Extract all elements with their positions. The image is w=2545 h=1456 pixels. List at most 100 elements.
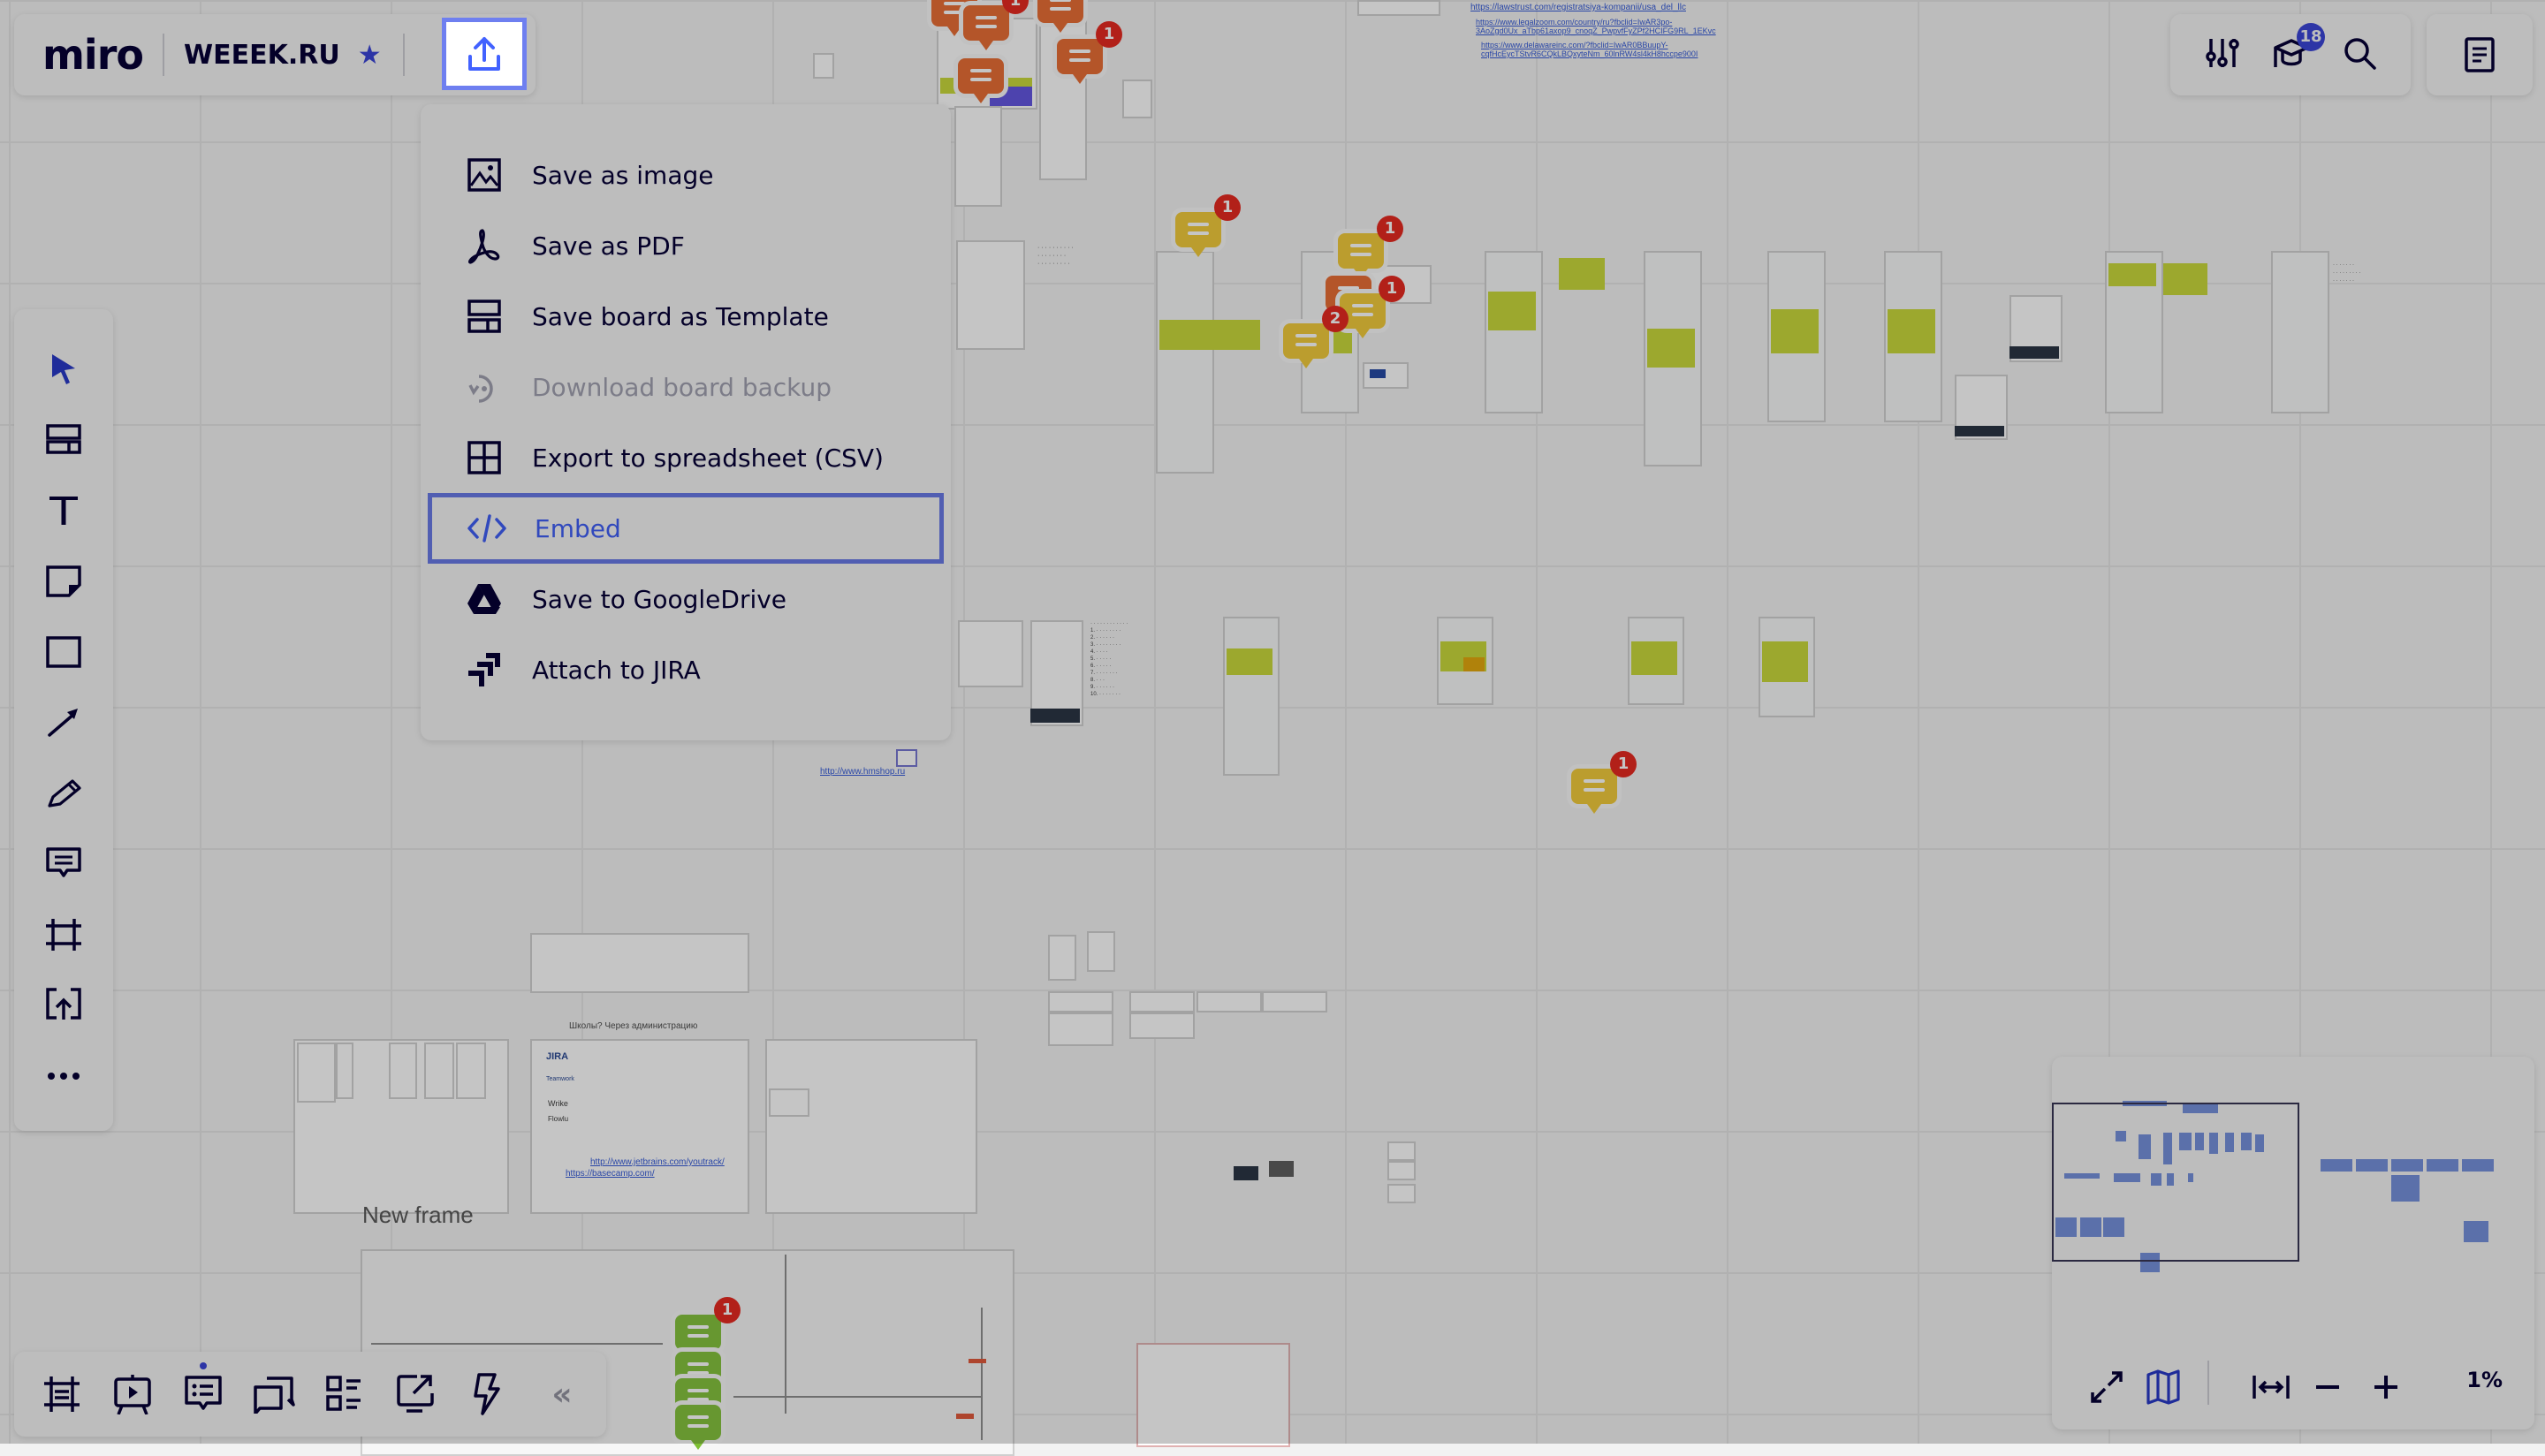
board-card[interactable] — [297, 1043, 336, 1103]
fullscreen-button[interactable] — [2084, 1364, 2130, 1410]
cards-button[interactable] — [320, 1369, 369, 1419]
board-card[interactable] — [1122, 80, 1152, 118]
board-sticky[interactable] — [2108, 263, 2156, 286]
menu-item-save-image[interactable]: Save as image — [421, 141, 951, 209]
comments-button[interactable] — [179, 1362, 228, 1419]
zoom-in-button[interactable] — [2363, 1364, 2409, 1410]
frames-button[interactable] — [37, 1369, 87, 1419]
board-card[interactable] — [389, 1043, 417, 1099]
presentation-button[interactable] — [108, 1369, 157, 1419]
board-frame[interactable] — [1136, 1343, 1290, 1447]
board-card[interactable] — [956, 240, 1025, 350]
menu-item-export-csv[interactable]: Export to spreadsheet (CSV) — [421, 424, 951, 491]
menu-item-save-pdf[interactable]: Save as PDF — [421, 212, 951, 279]
board-card[interactable] — [1387, 1141, 1416, 1161]
board-card[interactable] — [1387, 1184, 1416, 1203]
miro-logo[interactable]: miro — [42, 31, 144, 79]
board-card[interactable] — [954, 106, 1002, 207]
export-button[interactable] — [442, 18, 527, 90]
settings-icon[interactable] — [2204, 35, 2241, 74]
comment-marker[interactable]: 1 — [675, 1297, 741, 1360]
board-column[interactable] — [1156, 251, 1214, 474]
board-card[interactable] — [1197, 991, 1262, 1012]
board-card[interactable] — [1048, 935, 1076, 981]
comment-marker[interactable]: 1 — [1175, 194, 1241, 257]
comment-marker[interactable] — [675, 1405, 721, 1450]
search-icon[interactable] — [2342, 35, 2377, 74]
tool-frame[interactable] — [39, 910, 88, 959]
tool-upload[interactable] — [39, 981, 88, 1030]
menu-item-attach-jira[interactable]: Attach to JIRA — [421, 636, 951, 703]
board-card[interactable] — [813, 53, 834, 79]
board-link[interactable]: http://www.jetbrains.com/youtrack/ — [590, 1157, 725, 1167]
board-card[interactable] — [456, 1043, 486, 1099]
minimap[interactable] — [2052, 1057, 2534, 1341]
board-frame[interactable] — [765, 1039, 977, 1214]
board-column[interactable] — [1223, 617, 1280, 776]
star-icon[interactable]: ★ — [358, 40, 382, 71]
minimap-viewport[interactable] — [2052, 1103, 2299, 1262]
chat-button[interactable] — [249, 1369, 299, 1419]
board-card[interactable] — [424, 1043, 454, 1099]
integrations-button[interactable] — [461, 1369, 511, 1419]
tool-shape[interactable] — [39, 627, 88, 677]
tool-comment[interactable] — [39, 839, 88, 889]
board-sticky[interactable] — [1237, 320, 1260, 350]
menu-item-save-template[interactable]: Save board as Template — [421, 283, 951, 350]
comment-marker[interactable]: 1 — [1571, 751, 1637, 814]
board-card[interactable] — [896, 749, 917, 767]
menu-item-google-drive[interactable]: Save to GoogleDrive — [421, 565, 951, 633]
board-sticky[interactable] — [1888, 309, 1935, 353]
board-card[interactable] — [1048, 991, 1113, 1012]
board-column[interactable] — [1485, 251, 1543, 413]
comment-marker[interactable] — [958, 58, 1004, 103]
board-sticky[interactable] — [1647, 329, 1695, 368]
board-sticky[interactable] — [1559, 258, 1605, 290]
comment-marker[interactable]: 1 — [1338, 216, 1403, 278]
board-card[interactable] — [1387, 1161, 1416, 1180]
board-card[interactable] — [958, 620, 1023, 687]
comment-marker[interactable]: 1 — [1057, 21, 1122, 84]
tool-more[interactable] — [39, 1051, 88, 1101]
board-frame[interactable] — [530, 1039, 749, 1214]
tool-pen[interactable] — [39, 769, 88, 818]
board-sticky[interactable] — [1631, 641, 1677, 675]
board-column[interactable] — [2271, 251, 2329, 413]
tool-text[interactable] — [39, 486, 88, 535]
zoom-out-button[interactable] — [2305, 1364, 2351, 1410]
tool-sticky-note[interactable] — [39, 557, 88, 606]
board-title[interactable]: WEEEK.RU — [184, 40, 340, 71]
board-link[interactable]: https://basecamp.com/ — [566, 1169, 655, 1179]
tool-arrow[interactable] — [39, 698, 88, 747]
zoom-level[interactable]: 1% — [2466, 1368, 2503, 1392]
comment-marker[interactable]: 2 — [1283, 306, 1348, 368]
board-sticky[interactable] — [1762, 641, 1808, 682]
board-card[interactable] — [1129, 1012, 1195, 1039]
board-sticky[interactable] — [1488, 292, 1536, 330]
minimap-toggle-button[interactable] — [2140, 1364, 2186, 1410]
board-sticky[interactable] — [1227, 648, 1272, 675]
menu-item-embed[interactable]: Embed — [428, 493, 944, 564]
board-link[interactable]: https://www.legalzoom.com/country/ru?fbc… — [1476, 18, 1716, 35]
tool-select[interactable] — [39, 345, 88, 394]
board-frame[interactable] — [530, 933, 749, 993]
education-button[interactable]: 18 — [2272, 23, 2325, 74]
board-sticky[interactable] — [1771, 309, 1819, 353]
board-link[interactable]: http://www.hmshop.ru — [820, 767, 905, 777]
comment-marker[interactable] — [1037, 0, 1083, 33]
board-card[interactable] — [1048, 1012, 1113, 1046]
tool-templates[interactable] — [39, 415, 88, 465]
board-card[interactable] — [1262, 991, 1327, 1012]
board-card[interactable] — [1087, 931, 1115, 972]
screen-share-button[interactable] — [391, 1369, 440, 1419]
board-link[interactable]: https://lawstrust.com/registratsiya-komp… — [1470, 3, 1686, 12]
board-card[interactable] — [336, 1043, 353, 1099]
collapse-toolbar-button[interactable]: « — [537, 1369, 587, 1419]
comment-marker[interactable]: 1 — [963, 0, 1029, 50]
board-sticky[interactable] — [2163, 263, 2207, 295]
fit-to-screen-button[interactable] — [2248, 1364, 2294, 1410]
board-link[interactable]: https://www.delawareinc.com/?fbclid=IwAR… — [1481, 41, 1711, 58]
board-card[interactable] — [1129, 991, 1195, 1012]
notes-button[interactable] — [2427, 14, 2533, 95]
board-card[interactable] — [1357, 0, 1440, 16]
